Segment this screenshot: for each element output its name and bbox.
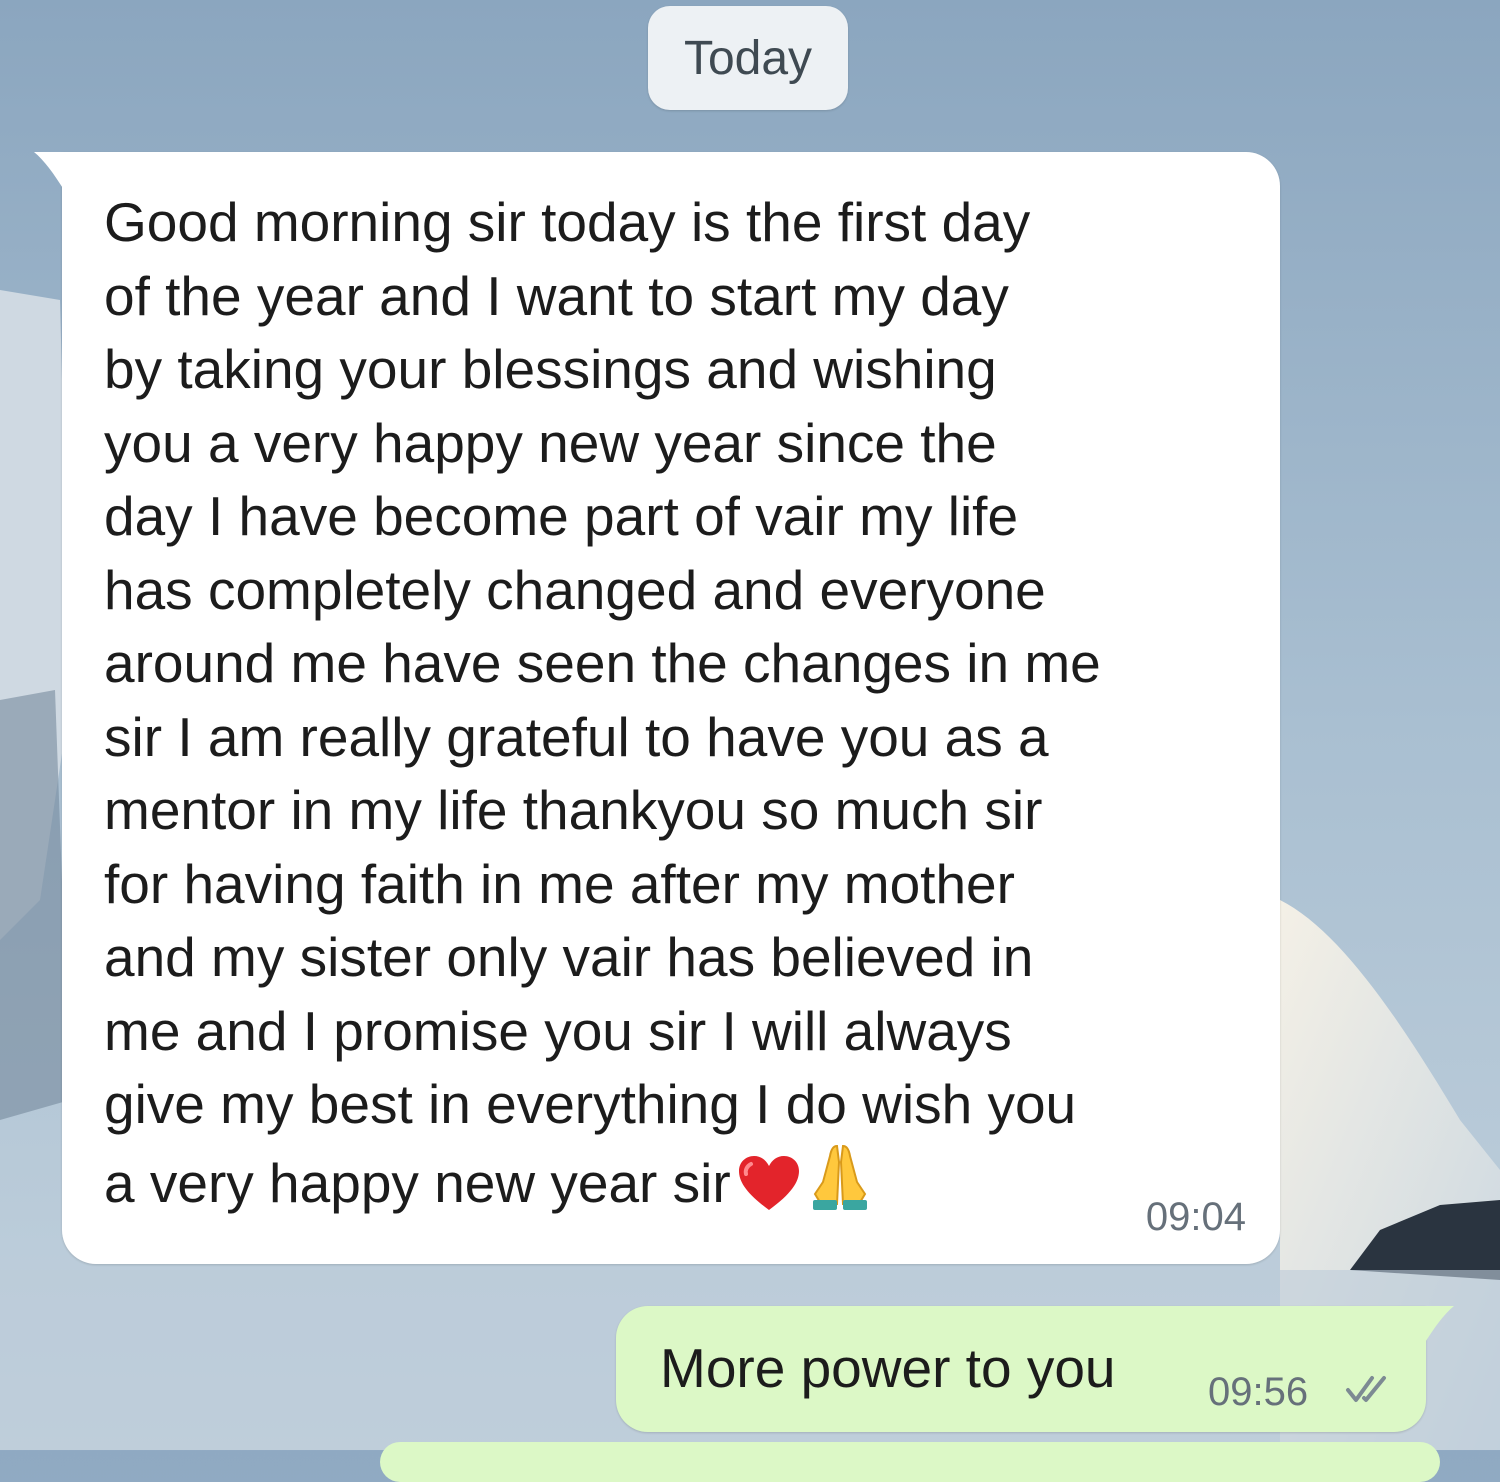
incoming-message-body: Good morning sir today is the first day … <box>104 191 1101 1214</box>
incoming-bubble-tail <box>34 152 64 190</box>
incoming-message-bubble[interactable]: Good morning sir today is the first day … <box>34 152 1280 1264</box>
folded-hands-icon <box>807 1142 873 1231</box>
red-heart-icon <box>737 1154 801 1231</box>
incoming-message-time: 09:04 <box>1145 1195 1246 1239</box>
double-check-icon <box>1346 1376 1386 1402</box>
incoming-message-text: Good morning sir today is the first day … <box>104 186 1274 1230</box>
date-separator: Today <box>648 6 848 110</box>
outgoing-bubble-tail <box>1424 1306 1454 1344</box>
next-message-bubble-partial <box>380 1442 1440 1482</box>
outgoing-message-bubble[interactable]: More power to you 09:56 <box>616 1306 1454 1432</box>
outgoing-message-text: More power to you <box>660 1337 1116 1399</box>
outgoing-message-time: 09:56 <box>1208 1370 1309 1414</box>
